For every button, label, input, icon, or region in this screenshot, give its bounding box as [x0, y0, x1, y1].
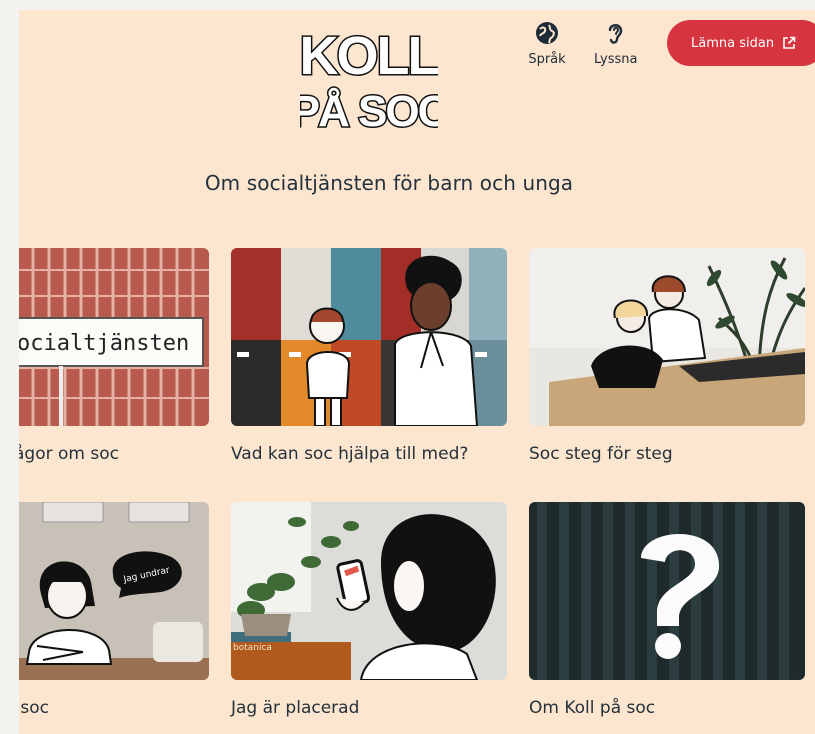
card-jag-ar-placerad[interactable]: botanica Jag är placerad [231, 502, 507, 718]
card-image-sign: ocialtjänsten [19, 248, 209, 426]
sign-text: ocialtjänsten [19, 331, 189, 356]
card-image-question [529, 502, 805, 680]
card-vad-kan-soc-hjalpa[interactable]: Vad kan soc hjälpa till med? [231, 248, 507, 464]
card-image-phone: botanica [231, 502, 507, 680]
card-caption: Frågor om soc [19, 444, 119, 464]
card-om-koll-pa-soc[interactable]: Om Koll på soc [529, 502, 805, 718]
card-caption: Om Koll på soc [529, 698, 656, 718]
card-soc-steg-for-steg[interactable]: Soc steg för steg [529, 248, 805, 464]
card-image-wondering: Jag undrar [19, 502, 209, 680]
language-label: Språk [528, 52, 566, 67]
ear-icon [608, 24, 623, 44]
globe-icon [536, 22, 558, 44]
page-title: Om socialtjänsten för barn och unga [204, 171, 574, 195]
leave-page-button[interactable]: Lämna sidan [667, 20, 815, 66]
card-image-lockers [231, 248, 507, 426]
card-caption: Vad kan soc hjälpa till med? [231, 444, 469, 464]
book-text: botanica [233, 643, 272, 653]
card-image-table [529, 248, 805, 426]
card-fragor-om-soc[interactable]: ocialtjänsten Frågor om soc [19, 248, 209, 464]
listen-label: Lyssna [594, 52, 638, 67]
card-caption: Jag är placerad [231, 698, 360, 718]
language-button[interactable]: Språk [527, 20, 567, 67]
logo-line1: KOLL [300, 26, 438, 86]
external-link-icon [783, 36, 796, 49]
leave-page-label: Lämna sidan [691, 35, 775, 51]
card-jag-undrar-soc[interactable]: Jag undrar Jag undrar soc [19, 502, 209, 718]
koll-pa-soc-logo[interactable]: KOLL PÅ SOC [289, 18, 452, 138]
card-caption: Jag undrar soc [19, 698, 49, 718]
card-caption: Soc steg för steg [529, 444, 673, 464]
logo-line2: PÅ SOC [300, 87, 438, 132]
listen-button[interactable]: Lyssna [594, 20, 638, 67]
page: KOLL PÅ SOC Språk Lyssna Lämna sidan Om … [19, 10, 815, 734]
